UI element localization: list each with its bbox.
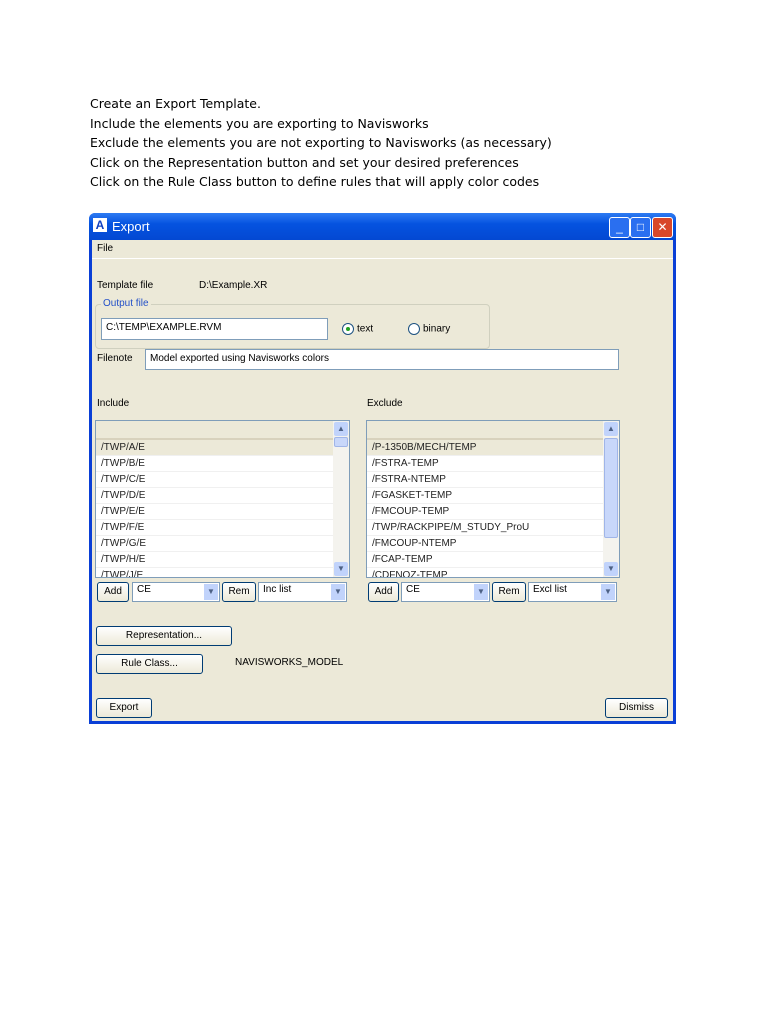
instruction-line: Include the elements you are exporting t…: [90, 115, 429, 131]
export-window: A Export _ □ ✕ File Template file D:\Exa…: [89, 213, 676, 724]
scroll-thumb[interactable]: [604, 438, 618, 538]
radio-text-label: text: [357, 323, 374, 335]
list-item[interactable]: /TWP/J/E: [96, 568, 333, 577]
app-icon: A: [93, 218, 107, 232]
scroll-thumb[interactable]: [334, 437, 348, 447]
menu-file[interactable]: File: [97, 243, 113, 254]
instruction-line: Click on the Rule Class button to define…: [90, 174, 540, 189]
menu-divider: [92, 258, 673, 259]
instruction-line: Click on the Representation button and s…: [90, 154, 519, 170]
combo-value: CE: [137, 584, 151, 595]
list-item[interactable]: /FSTRA-NTEMP: [367, 472, 603, 488]
list-item[interactable]: /FGASKET-TEMP: [367, 488, 603, 504]
exclude-label: Exclude: [367, 398, 403, 409]
radio-button[interactable]: [408, 323, 420, 335]
list-item[interactable]: /FCAP-TEMP: [367, 552, 603, 568]
template-file-label: Template file: [97, 280, 154, 291]
minimize-button[interactable]: _: [609, 217, 630, 238]
window-body: File Template file D:\Example.XR Output …: [92, 240, 673, 721]
chevron-down-icon[interactable]: ▼: [474, 584, 488, 600]
include-list-combo[interactable]: Inc list ▼: [258, 582, 347, 602]
template-file-value: D:\Example.XR: [199, 280, 268, 291]
output-file-label: Output file: [101, 298, 151, 309]
list-item[interactable]: /CDFNOZ-TEMP: [367, 568, 603, 577]
radio-button[interactable]: [342, 323, 354, 335]
list-item[interactable]: /TWP/E/E: [96, 504, 333, 520]
instructions: Create an Export Template. Include the e…: [90, 94, 552, 192]
radio-binary[interactable]: binary: [408, 323, 450, 335]
include-rem-button[interactable]: Rem: [222, 582, 256, 602]
list-item[interactable]: /P-1350B/MECH/TEMP: [367, 440, 603, 456]
export-button[interactable]: Export: [96, 698, 152, 718]
instruction-line: Exclude the elements you are not exporti…: [90, 135, 552, 150]
scrollbar[interactable]: ▲ ▼: [603, 421, 619, 577]
filenote-label: Filenote: [97, 353, 133, 364]
exclude-list-combo[interactable]: Excl list ▼: [528, 582, 617, 602]
chevron-down-icon[interactable]: ▼: [204, 584, 218, 600]
window-title: Export: [112, 219, 150, 234]
chevron-down-icon[interactable]: ▼: [331, 584, 345, 600]
list-item[interactable]: /TWP/C/E: [96, 472, 333, 488]
instruction-line: Create an Export Template.: [90, 96, 261, 111]
list-item[interactable]: /TWP/F/E: [96, 520, 333, 536]
radio-text[interactable]: text: [342, 323, 373, 335]
list-item[interactable]: /TWP/H/E: [96, 552, 333, 568]
list-item[interactable]: /FSTRA-TEMP: [367, 456, 603, 472]
list-item[interactable]: /TWP/A/E: [96, 440, 333, 456]
output-file-input[interactable]: C:\TEMP\EXAMPLE.RVM: [101, 318, 328, 340]
list-header: [96, 421, 333, 440]
list-item[interactable]: /TWP/D/E: [96, 488, 333, 504]
exclude-type-combo[interactable]: CE ▼: [401, 582, 490, 602]
combo-value: Inc list: [263, 584, 292, 595]
title-bar[interactable]: A Export _ □ ✕: [89, 213, 676, 240]
list-header: [367, 421, 603, 440]
scrollbar[interactable]: ▲ ▼: [333, 421, 349, 577]
list-item[interactable]: /FMCOUP-NTEMP: [367, 536, 603, 552]
scroll-up-icon[interactable]: ▲: [334, 422, 348, 436]
scroll-up-icon[interactable]: ▲: [604, 422, 618, 436]
list-item[interactable]: /TWP/RACKPIPE/M_STUDY_ProU: [367, 520, 603, 536]
close-button[interactable]: ✕: [652, 217, 673, 238]
chevron-down-icon[interactable]: ▼: [601, 584, 615, 600]
combo-value: Excl list: [533, 584, 567, 595]
list-item[interactable]: /TWP/B/E: [96, 456, 333, 472]
include-type-combo[interactable]: CE ▼: [132, 582, 220, 602]
radio-binary-label: binary: [423, 323, 451, 335]
include-list[interactable]: /TWP/A/E /TWP/B/E /TWP/C/E /TWP/D/E /TWP…: [95, 420, 350, 578]
dismiss-button[interactable]: Dismiss: [605, 698, 668, 718]
filenote-input[interactable]: Model exported using Navisworks colors: [145, 349, 619, 370]
exclude-add-button[interactable]: Add: [368, 582, 399, 602]
maximize-button[interactable]: □: [630, 217, 651, 238]
list-item[interactable]: /FMCOUP-TEMP: [367, 504, 603, 520]
scroll-down-icon[interactable]: ▼: [604, 562, 618, 576]
exclude-list[interactable]: /P-1350B/MECH/TEMP /FSTRA-TEMP /FSTRA-NT…: [366, 420, 620, 578]
rule-class-button[interactable]: Rule Class...: [96, 654, 203, 674]
combo-value: CE: [406, 584, 420, 595]
include-label: Include: [97, 398, 130, 409]
exclude-rem-button[interactable]: Rem: [492, 582, 526, 602]
scroll-down-icon[interactable]: ▼: [334, 562, 348, 576]
representation-button[interactable]: Representation...: [96, 626, 232, 646]
rule-class-value: NAVISWORKS_MODEL: [235, 657, 344, 668]
list-item[interactable]: /TWP/G/E: [96, 536, 333, 552]
include-add-button[interactable]: Add: [97, 582, 129, 602]
